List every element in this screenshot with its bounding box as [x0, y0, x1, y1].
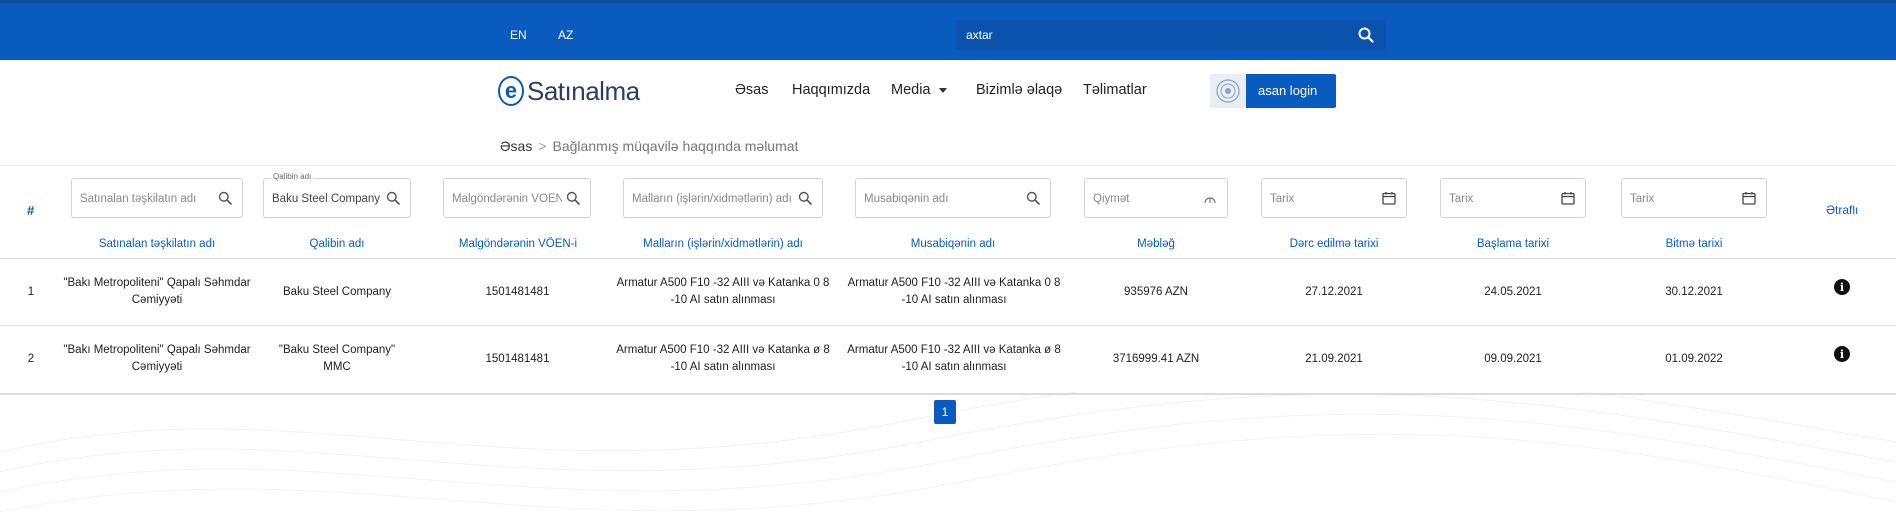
- row-voen: 1501481481: [485, 285, 550, 298]
- col-header-org: Satınalan təşkilatın adı: [98, 238, 216, 250]
- global-search: [956, 20, 1386, 50]
- filter-price: [1084, 178, 1228, 218]
- row-details: i: [1818, 326, 1866, 382]
- chevron-down-icon: [938, 87, 947, 93]
- filter-goods-input[interactable]: [632, 190, 794, 208]
- filter-org-input[interactable]: [80, 190, 214, 208]
- filter-voen: [443, 178, 591, 218]
- col-header-voen: Malgöndərənin VÖEN-i: [458, 238, 578, 250]
- breadcrumb-home[interactable]: Əsas: [500, 138, 532, 154]
- row-amount: 3716999.41 AZN: [1112, 352, 1200, 365]
- row-start: 09.09.2021: [1484, 352, 1542, 365]
- row-start: 24.05.2021: [1484, 285, 1542, 298]
- row-number-header: #: [27, 203, 35, 218]
- filter-org: [71, 178, 243, 218]
- col-header-goods: Malların (işlərin/xidmətlərin) adı: [643, 238, 803, 250]
- nav-home[interactable]: Əsas: [735, 82, 768, 98]
- top-bar: EN AZ: [0, 0, 1896, 60]
- nav-contact[interactable]: Bizimlə əlaqə: [976, 82, 1062, 98]
- filter-start-date-input[interactable]: [1449, 190, 1557, 208]
- nav-instructions[interactable]: Təlimatlar: [1083, 82, 1147, 98]
- search-icon[interactable]: [1026, 191, 1040, 205]
- asan-emblem-icon: [1210, 74, 1246, 108]
- breadcrumb: Əsas > Bağlanmış müqavilə haqqında məlumat: [500, 138, 798, 154]
- row-published: 21.09.2021: [1305, 352, 1363, 365]
- filter-end-date: [1621, 178, 1767, 218]
- row-voen: 1501481481: [485, 352, 550, 365]
- breadcrumb-current: Bağlanmış müqavilə haqqında məlumat: [552, 138, 799, 154]
- filter-end-date-input[interactable]: [1630, 190, 1738, 208]
- row-winner: "Baku Steel Company" MMC: [278, 344, 396, 373]
- global-search-input[interactable]: [966, 26, 1326, 44]
- col-header-start: Başlama tarixi: [1476, 238, 1550, 250]
- search-icon[interactable]: [1358, 27, 1374, 43]
- row-competition: Armatur A500 F10 -32 AIII və Katanka 0 8…: [847, 277, 1061, 306]
- asan-login-button[interactable]: asan login: [1210, 74, 1336, 108]
- search-icon[interactable]: [386, 191, 400, 205]
- lang-az-link[interactable]: AZ: [558, 28, 573, 42]
- logo-text: Satınalma: [527, 75, 640, 106]
- row-org: "Bakı Metropoliteni" Qapalı Səhmdar Cəmi…: [63, 277, 251, 306]
- asan-login-label: asan login: [1258, 83, 1318, 98]
- row-number: 2: [27, 352, 35, 365]
- nav-about[interactable]: Haqqımızda: [792, 82, 870, 98]
- search-icon[interactable]: [566, 191, 580, 205]
- row-end: 30.12.2021: [1665, 285, 1723, 298]
- info-icon[interactable]: i: [1834, 279, 1850, 295]
- lang-en-link[interactable]: EN: [510, 28, 527, 42]
- main-header: e Satınalma Əsas Haqqımızda Media Biziml…: [0, 60, 1896, 122]
- search-icon[interactable]: [798, 191, 812, 205]
- filter-goods: [623, 178, 823, 218]
- calendar-icon[interactable]: [1742, 191, 1756, 205]
- search-icon[interactable]: [218, 191, 232, 205]
- nav-media-label: Media: [891, 82, 931, 98]
- nav-media[interactable]: Media: [891, 82, 947, 98]
- row-competition: Armatur A500 F10 -32 AIII və Katanka ø 8…: [847, 344, 1061, 373]
- divider: [0, 165, 1896, 166]
- table-row[interactable]: 2 "Bakı Metropoliteni" Qapalı Səhmdar Cə…: [0, 326, 1896, 392]
- row-end: 01.09.2022: [1665, 352, 1723, 365]
- info-icon[interactable]: i: [1834, 346, 1850, 362]
- calendar-icon[interactable]: [1561, 191, 1575, 205]
- table-bottom-border: [0, 393, 1896, 395]
- calendar-icon[interactable]: [1382, 191, 1396, 205]
- row-org: "Bakı Metropoliteni" Qapalı Səhmdar Cəmi…: [63, 344, 251, 373]
- row-number: 1: [27, 285, 35, 298]
- breadcrumb-separator: >: [538, 138, 547, 154]
- row-winner: Baku Steel Company: [282, 285, 392, 298]
- logo-mark: e: [498, 76, 524, 106]
- col-header-end: Bitmə tarixi: [1665, 238, 1723, 250]
- range-icon[interactable]: [1203, 191, 1217, 205]
- filter-winner: Qalibin adı: [263, 172, 411, 218]
- col-header-winner: Qalibin adı: [309, 238, 365, 250]
- pagination-page-button[interactable]: 1: [934, 400, 956, 424]
- filter-winner-input[interactable]: [272, 190, 382, 208]
- row-published: 27.12.2021: [1305, 285, 1363, 298]
- col-header-published: Dərc edilmə tarixi: [1289, 238, 1379, 250]
- row-details: i: [1818, 259, 1866, 315]
- row-goods: Armatur A500 F10 -32 AIII və Katanka ø 8…: [616, 344, 830, 373]
- filter-published-date-input[interactable]: [1270, 190, 1378, 208]
- filter-start-date: [1440, 178, 1586, 218]
- site-logo[interactable]: e Satınalma: [498, 76, 640, 106]
- table-row[interactable]: 1 "Bakı Metropoliteni" Qapalı Səhmdar Cə…: [0, 259, 1896, 325]
- row-amount: 935976 AZN: [1124, 285, 1188, 298]
- filter-published-date: [1261, 178, 1407, 218]
- row-goods: Armatur A500 F10 -32 AIII və Katanka 0 8…: [616, 277, 830, 306]
- filter-competition-input[interactable]: [864, 190, 1022, 208]
- details-header: Ətraflı: [1826, 203, 1859, 217]
- filter-competition: [855, 178, 1051, 218]
- filter-winner-label: Qalibin adı: [271, 172, 314, 181]
- filter-voen-input[interactable]: [452, 190, 562, 208]
- filter-price-input[interactable]: [1093, 190, 1199, 208]
- col-header-competition: Musabiqənin adı: [910, 238, 996, 250]
- col-header-amount: Məbləğ: [1137, 238, 1175, 250]
